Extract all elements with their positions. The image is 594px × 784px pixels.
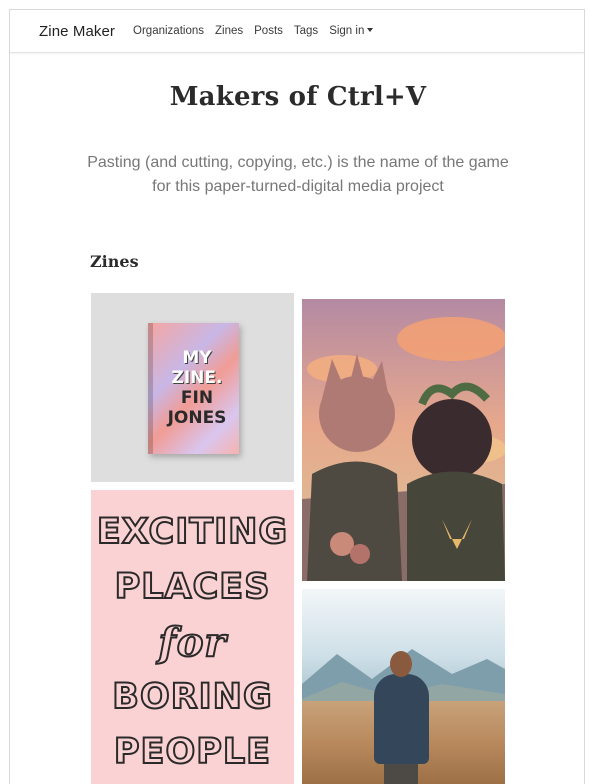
illustration-image [302,299,505,581]
zine-tile-1[interactable]: MY ZINE. FIN JONES [91,293,294,482]
zine-cover-image: MY ZINE. FIN JONES [148,323,239,454]
signin-dropdown[interactable]: Sign in [329,25,374,37]
person-head [390,651,412,677]
person-jacket [374,674,429,764]
nav-link-tags[interactable]: Tags [294,25,318,37]
poster-line: PEOPLE [113,731,272,773]
signin-label: Sign in [329,25,365,37]
cover-line: MY [182,348,212,368]
poster-line: for [158,618,227,667]
page-subtitle: Pasting (and cutting, copying, etc.) is … [87,154,509,195]
book-spine [148,323,153,454]
nav-link-organizations[interactable]: Organizations [133,25,204,37]
cover-lettering: MY ZINE. FIN JONES [158,348,236,428]
cover-line: FIN [180,388,214,408]
zine-tile-4[interactable] [302,589,505,784]
zine-tile-2[interactable] [302,299,505,581]
brand-link[interactable]: Zine Maker [39,23,115,40]
zines-heading: Zines [90,252,139,271]
poster-line: EXCITING [96,511,289,553]
navbar: Zine Maker Organizations Zines Posts Tag… [10,10,584,53]
cover-line: JONES [167,408,227,428]
poster-lettering: EXCITING PLACES for BORING PEOPLE [91,505,294,780]
poster-line: BORING [111,676,273,718]
nav-link-posts[interactable]: Posts [254,25,283,37]
caret-down-icon [367,28,374,32]
cover-line: ZINE. [171,368,223,388]
nav-link-zines[interactable]: Zines [215,25,243,37]
page-title: Makers of Ctrl+V [169,82,427,112]
poster-line: PLACES [114,566,271,608]
zine-tile-3[interactable]: EXCITING PLACES for BORING PEOPLE [91,490,294,784]
page-frame: Zine Maker Organizations Zines Posts Tag… [9,9,585,784]
